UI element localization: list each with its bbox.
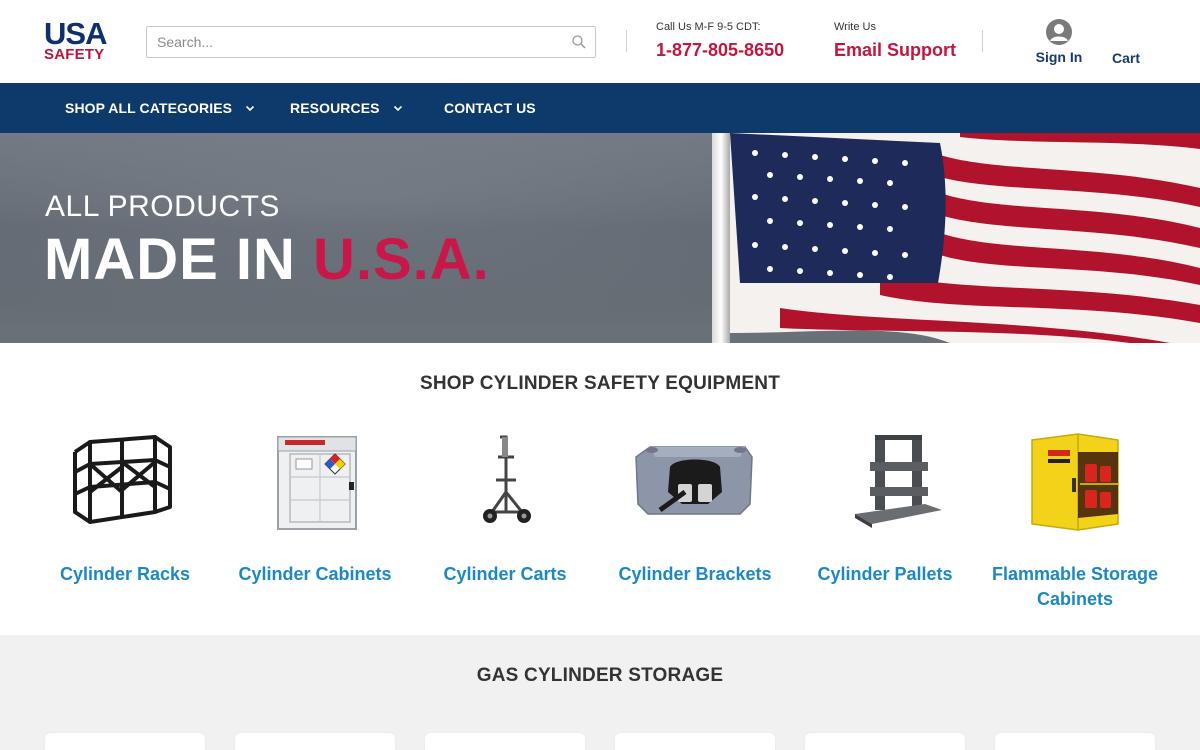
chevron-down-icon: [393, 105, 402, 112]
search-box: [146, 26, 596, 58]
nav-shop-all-categories[interactable]: SHOP ALL CATEGORIES: [65, 83, 256, 133]
product-card[interactable]: [425, 733, 585, 750]
hero-title-accent: U.S.A.: [313, 227, 490, 292]
product-card[interactable]: [235, 733, 395, 750]
nav-item-label: RESOURCES: [290, 100, 380, 116]
category-label: Cylinder Cabinets: [238, 564, 392, 584]
american-flag-image: [712, 133, 1200, 343]
category-cylinder-carts[interactable]: Cylinder Carts: [415, 432, 595, 587]
chevron-down-icon: [246, 105, 255, 112]
email-support-link[interactable]: Email Support: [834, 39, 956, 61]
search-input[interactable]: [147, 27, 557, 57]
sign-in-label: Sign In: [1035, 49, 1083, 65]
site-header: USA SAFETY Call Us M-F 9-5 CDT: 1-877-80…: [0, 0, 1200, 83]
sign-in-button[interactable]: Sign In: [1030, 18, 1088, 65]
logo-safety-text: SAFETY: [44, 46, 105, 63]
header-divider: [982, 30, 983, 52]
nav-item-label: SHOP ALL CATEGORIES: [65, 100, 233, 116]
user-account-icon: [1046, 19, 1072, 45]
section-title-gas-cylinder-storage: GAS CYLINDER STORAGE: [476, 665, 724, 686]
product-card[interactable]: [995, 733, 1155, 750]
flammable-cabinet-image: [1031, 433, 1119, 531]
header-divider: [626, 30, 627, 52]
hero-title-prefix: MADE IN: [44, 227, 313, 292]
category-cylinder-brackets[interactable]: Cylinder Brackets: [605, 432, 785, 587]
call-label: Call Us M-F 9-5 CDT:: [656, 21, 761, 33]
nav-item-label: CONTACT US: [444, 100, 536, 116]
search-icon[interactable]: [571, 34, 587, 50]
product-card[interactable]: [805, 733, 965, 750]
phone-contact: Call Us M-F 9-5 CDT: 1-877-805-8650: [656, 20, 784, 61]
email-contact: Write Us Email Support: [834, 20, 956, 61]
usa-safety-logo[interactable]: USA SAFETY: [44, 18, 116, 64]
hero-banner: ALL PRODUCTS MADE IN U.S.A.: [0, 133, 1200, 343]
category-label: Cylinder Brackets: [618, 564, 772, 584]
cart-link[interactable]: Cart: [1112, 50, 1140, 66]
category-flammable-storage-cabinets[interactable]: Flammable Storage Cabinets: [985, 432, 1165, 612]
phone-link[interactable]: 1-877-805-8650: [656, 39, 784, 61]
cylinder-cart-image: [483, 435, 531, 523]
category-label: Cylinder Pallets: [817, 564, 953, 584]
cylinder-bracket-image: [635, 446, 753, 515]
product-card[interactable]: [45, 733, 205, 750]
category-label: Cylinder Racks: [59, 564, 191, 584]
main-nav: SHOP ALL CATEGORIES RESOURCES CONTACT US: [0, 83, 1200, 133]
product-card[interactable]: [615, 733, 775, 750]
cylinder-rack-image: [73, 435, 172, 524]
hero-title: MADE IN U.S.A.: [44, 227, 490, 293]
hero-subtitle: ALL PRODUCTS: [45, 190, 280, 223]
write-label: Write Us: [834, 21, 876, 33]
nav-resources[interactable]: RESOURCES: [290, 83, 404, 133]
cylinder-pallet-image: [855, 435, 942, 528]
category-label: Cylinder Carts: [443, 564, 567, 584]
category-label: Flammable Storage Cabinets: [991, 564, 1159, 609]
category-cylinder-cabinets[interactable]: Cylinder Cabinets: [225, 432, 405, 587]
gas-cylinder-storage-section: GAS CYLINDER STORAGE: [0, 635, 1200, 750]
category-cylinder-pallets[interactable]: Cylinder Pallets: [795, 432, 975, 587]
cylinder-cabinet-image: [277, 436, 357, 530]
nav-contact-us[interactable]: CONTACT US: [444, 83, 536, 133]
category-cylinder-racks[interactable]: Cylinder Racks: [35, 432, 215, 587]
section-title-cylinder-equipment: SHOP CYLINDER SAFETY EQUIPMENT: [419, 373, 780, 394]
